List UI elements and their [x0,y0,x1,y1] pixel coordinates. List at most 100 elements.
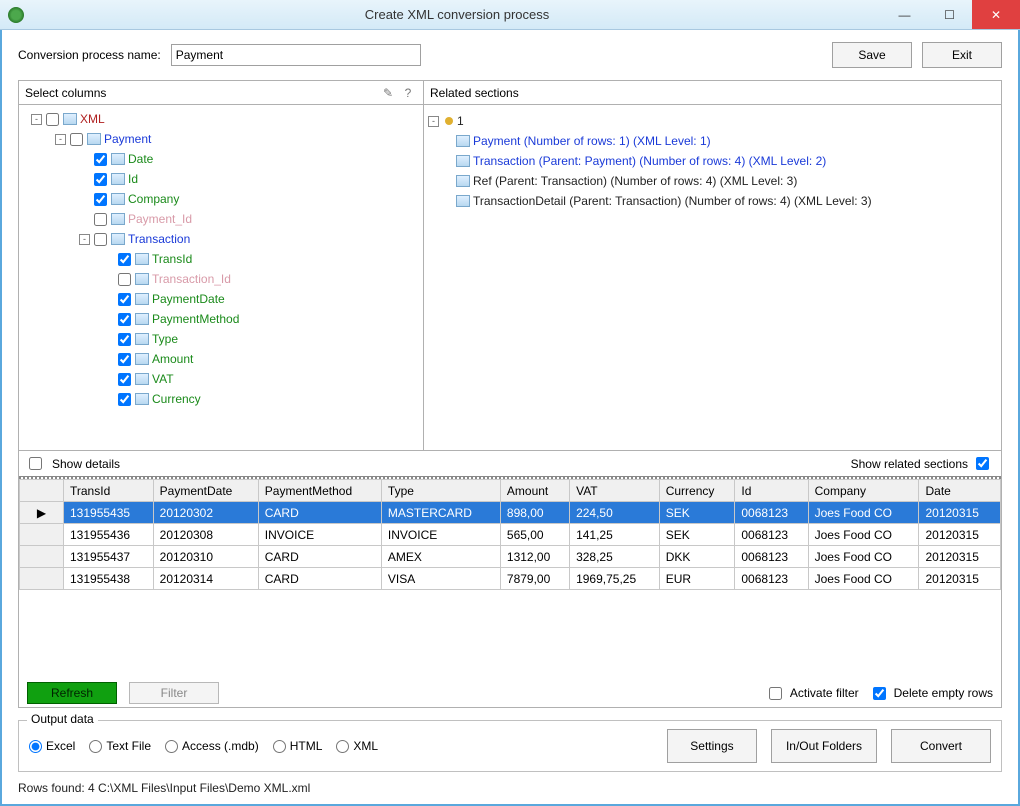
tree-expander-icon[interactable]: - [428,116,439,127]
tree-node[interactable]: PaymentDate [21,289,421,309]
process-name-input[interactable] [171,44,421,66]
tree-expander-icon[interactable]: - [55,134,66,145]
row-selector[interactable] [20,524,64,546]
data-table[interactable]: TransIdPaymentDatePaymentMethodTypeAmoun… [19,479,1001,590]
tree-node[interactable]: PaymentMethod [21,309,421,329]
table-cell[interactable]: 224,50 [570,502,660,524]
tree-node[interactable]: Company [21,189,421,209]
table-cell[interactable]: 20120315 [919,546,1001,568]
tree-node[interactable]: Amount [21,349,421,369]
output-radio-input[interactable] [165,740,178,753]
table-cell[interactable]: INVOICE [258,524,381,546]
column-header[interactable]: Type [381,480,500,502]
table-cell[interactable]: 20120310 [153,546,258,568]
tree-checkbox[interactable] [118,373,131,386]
table-cell[interactable]: 141,25 [570,524,660,546]
filter-button[interactable]: Filter [129,682,219,704]
table-cell[interactable]: CARD [258,546,381,568]
minimize-button[interactable]: — [882,0,927,29]
output-radio[interactable]: Access (.mdb) [165,739,259,753]
tree-node[interactable]: -Payment [21,129,421,149]
table-row[interactable]: 13195543820120314CARDVISA7879,001969,75,… [20,568,1001,590]
tree-expander-icon[interactable]: - [79,234,90,245]
table-cell[interactable]: SEK [659,502,735,524]
tree-checkbox[interactable] [94,193,107,206]
table-cell[interactable]: 565,00 [500,524,569,546]
tree-node[interactable]: Payment_Id [21,209,421,229]
tree-checkbox[interactable] [118,273,131,286]
table-cell[interactable]: 20120302 [153,502,258,524]
column-header[interactable]: Id [735,480,808,502]
table-cell[interactable]: 20120314 [153,568,258,590]
tree-node[interactable]: TransId [21,249,421,269]
column-header[interactable]: Date [919,480,1001,502]
table-cell[interactable]: DKK [659,546,735,568]
output-radio[interactable]: HTML [273,739,323,753]
column-header[interactable]: TransId [64,480,154,502]
table-cell[interactable]: VISA [381,568,500,590]
output-radio-input[interactable] [273,740,286,753]
table-cell[interactable]: 20120315 [919,524,1001,546]
table-row[interactable]: 13195543620120308INVOICEINVOICE565,00141… [20,524,1001,546]
table-row[interactable]: ▶13195543520120302CARDMASTERCARD898,0022… [20,502,1001,524]
table-cell[interactable]: 1969,75,25 [570,568,660,590]
table-cell[interactable]: Joes Food CO [808,546,919,568]
tree-node[interactable]: Date [21,149,421,169]
tree-checkbox[interactable] [94,233,107,246]
output-radio-input[interactable] [336,740,349,753]
exit-button[interactable]: Exit [922,42,1002,68]
tree-checkbox[interactable] [94,173,107,186]
table-cell[interactable]: 20120315 [919,502,1001,524]
table-cell[interactable]: MASTERCARD [381,502,500,524]
tree-checkbox[interactable] [118,253,131,266]
table-cell[interactable]: 328,25 [570,546,660,568]
column-header[interactable]: Company [808,480,919,502]
tree-node[interactable]: Id [21,169,421,189]
tree-expander-icon[interactable]: - [31,114,42,125]
table-cell[interactable]: 20120308 [153,524,258,546]
table-cell[interactable]: 131955437 [64,546,154,568]
related-node[interactable]: TransactionDetail (Parent: Transaction) … [428,191,997,211]
table-cell[interactable]: 20120315 [919,568,1001,590]
column-header[interactable]: VAT [570,480,660,502]
tree-checkbox[interactable] [46,113,59,126]
table-cell[interactable]: 131955435 [64,502,154,524]
tree-node[interactable]: VAT [21,369,421,389]
tree-node[interactable]: Transaction_Id [21,269,421,289]
maximize-button[interactable]: ☐ [927,0,972,29]
tree-checkbox[interactable] [118,313,131,326]
row-selector[interactable] [20,568,64,590]
close-button[interactable]: ✕ [972,0,1020,29]
table-cell[interactable]: SEK [659,524,735,546]
table-cell[interactable]: 0068123 [735,568,808,590]
tree-node[interactable]: -XML [21,109,421,129]
tree-checkbox[interactable] [118,393,131,406]
save-button[interactable]: Save [832,42,912,68]
tree-checkbox[interactable] [118,353,131,366]
tree-checkbox[interactable] [118,333,131,346]
output-radio-input[interactable] [89,740,102,753]
tree-node[interactable]: -Transaction [21,229,421,249]
table-cell[interactable]: 7879,00 [500,568,569,590]
output-radio[interactable]: Excel [29,739,75,753]
table-cell[interactable]: 0068123 [735,502,808,524]
table-cell[interactable]: Joes Food CO [808,568,919,590]
tree-node[interactable]: Type [21,329,421,349]
settings-button[interactable]: Settings [667,729,757,763]
column-header[interactable]: PaymentDate [153,480,258,502]
tree-checkbox[interactable] [70,133,83,146]
show-related-checkbox[interactable] [976,457,989,470]
table-cell[interactable]: 0068123 [735,524,808,546]
table-cell[interactable]: Joes Food CO [808,524,919,546]
table-cell[interactable]: CARD [258,568,381,590]
table-cell[interactable]: INVOICE [381,524,500,546]
table-cell[interactable]: Joes Food CO [808,502,919,524]
column-header[interactable]: Currency [659,480,735,502]
table-cell[interactable]: 131955436 [64,524,154,546]
convert-button[interactable]: Convert [891,729,991,763]
output-radio-input[interactable] [29,740,42,753]
output-radio[interactable]: Text File [89,739,151,753]
tree-node[interactable]: Currency [21,389,421,409]
related-tree[interactable]: -1Payment (Number of rows: 1) (XML Level… [424,105,1001,450]
related-root[interactable]: -1 [428,111,997,131]
